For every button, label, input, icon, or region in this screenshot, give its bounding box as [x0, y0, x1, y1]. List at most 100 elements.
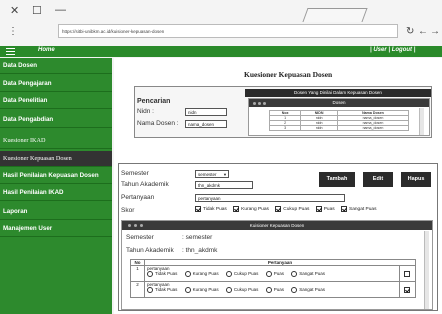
row-question: pertanyaan Tidak Puas Kurang Puas Cukup … [144, 281, 400, 298]
radio-icon[interactable] [147, 271, 153, 277]
page-title: Kuesioner Kepuasan Dosen [244, 70, 333, 79]
radio-icon[interactable] [291, 271, 298, 277]
semester-select[interactable]: semester ▼ [195, 170, 229, 178]
checkbox-checked-icon[interactable] [341, 206, 348, 212]
row-checkbox-cell [399, 265, 416, 282]
option-label: Sangat Puas [349, 207, 377, 213]
skor-options: Tidak Puas Kurang Puas Cukup Puas Puas S… [195, 206, 435, 212]
answer-option[interactable]: Tidak Puas [147, 287, 177, 293]
option-label: Puas [273, 271, 284, 277]
result-table: No Pertanyaan 1 pertanyaan Tidak Puas Ku… [130, 259, 416, 298]
result-tahun-value: : thn_akdmk [182, 247, 218, 254]
answer-option[interactable]: Sangat Puas [291, 271, 325, 277]
tahun-akademik-input[interactable]: thn_akdmk [195, 181, 253, 189]
tambah-button[interactable]: Tambah [319, 172, 355, 187]
sidebar-item-data-penelitian[interactable]: Data Penelitian [0, 93, 112, 109]
checkbox-checked-icon[interactable] [403, 286, 410, 293]
sidebar-item-manajemen-user[interactable]: Manajemen User [0, 221, 112, 237]
option-label: Puas [323, 207, 335, 213]
scrollbar[interactable] [424, 231, 429, 309]
result-window-title: Kuisioner Kepuasan Dosen [249, 223, 305, 228]
answer-options: Tidak Puas Kurang Puas Cukup Puas Puas S… [147, 287, 399, 293]
skor-option[interactable]: Sangat Puas [341, 206, 377, 213]
forward-icon[interactable]: → [430, 26, 440, 37]
app-header: Home | User | Logout | [0, 46, 442, 57]
sidebar-item-kuesioner-kepuasan[interactable]: Kuesioner Kepuasan Dosen [0, 151, 112, 167]
nama-dosen-input[interactable]: nama_dosen [185, 120, 227, 128]
sidebar-item-data-dosen[interactable]: Data Dosen [0, 58, 112, 74]
minimize-icon[interactable]: — [55, 4, 66, 16]
hamburger-icon[interactable] [6, 48, 15, 55]
result-semester-value: : semester [182, 234, 213, 241]
answer-option[interactable]: Tidak Puas [147, 271, 178, 277]
browser-window: ✕ ☐ — ⋮ https://sitbi-unibkm.ac.id/kuisi… [0, 0, 442, 314]
edit-button[interactable]: Edit [363, 172, 393, 187]
address-bar[interactable]: https://sitbi-unibkm.ac.id/kuisioner-kep… [58, 24, 398, 38]
window-dot-icon [258, 102, 261, 105]
answer-option[interactable]: Puas [265, 287, 284, 293]
checkbox-checked-icon[interactable] [275, 206, 282, 212]
radio-icon[interactable] [265, 271, 272, 277]
skor-option[interactable]: Tidak Puas [195, 206, 227, 212]
sidebar-item-data-pengajaran[interactable]: Data Pengajaran [0, 76, 112, 92]
radio-icon[interactable] [291, 287, 298, 293]
option-label: Cukup Puas [283, 207, 310, 213]
back-icon[interactable]: ← [418, 26, 428, 37]
sidebar-item-data-pengabdian[interactable]: Data Pengabdian [0, 112, 112, 128]
dosen-table: Nox NIDN Nama Dosen 1 nidn nama_dosen 2 … [268, 110, 410, 131]
sidebar-item-laporan[interactable]: Laporan [0, 204, 112, 220]
answer-option[interactable]: Kurang Puas [184, 271, 219, 277]
menu-dots-icon[interactable]: ⋮ [8, 26, 18, 37]
table-row: 1 pertanyaan Tidak Puas Kurang Puas Cuku… [130, 265, 416, 282]
table-cell: nama_dosen [336, 125, 410, 131]
checkbox-checked-icon[interactable] [233, 206, 240, 212]
form-panel: Semester semester ▼ Tahun Akademik thn_a… [118, 163, 438, 311]
checkbox-checked-icon[interactable] [315, 206, 322, 212]
browser-tab[interactable] [302, 8, 368, 22]
sidebar-item-kuesioner-ikad[interactable]: Kuesioner IKAD [0, 133, 112, 149]
result-semester-label: Semester [126, 234, 154, 241]
checkbox-icon[interactable] [403, 270, 410, 277]
nidn-label: Nidn : [137, 108, 154, 115]
semester-label: Semester [121, 170, 149, 177]
tahun-akademik-label: Tahun Akademik [121, 181, 169, 188]
refresh-icon[interactable]: ↻ [406, 26, 414, 37]
radio-icon[interactable] [225, 271, 232, 277]
option-label: Kurang Puas [241, 207, 269, 213]
search-panel: Pencarian Nidn : nidn Nama Dosen : nama_… [134, 86, 432, 138]
answer-option[interactable]: Kurang Puas [184, 287, 219, 293]
table-cell: nidn [300, 125, 338, 131]
window-dot-icon [140, 224, 143, 227]
answer-option[interactable]: Sangat Puas [291, 287, 325, 293]
checkbox-checked-icon[interactable] [195, 206, 201, 212]
table-row[interactable]: 3 nidn nama_dosen [268, 125, 410, 131]
option-label: Tidak Puas [155, 271, 178, 277]
close-icon[interactable]: ✕ [10, 4, 19, 17]
sidebar-item-hasil-kepuasan[interactable]: Hasil Penilaian Kepuasan Dosen [0, 168, 112, 184]
sidebar-item-hasil-ikad[interactable]: Hasil Penilaian IKAD [0, 185, 112, 201]
radio-icon[interactable] [225, 287, 232, 293]
scrollbar[interactable] [419, 108, 424, 135]
radio-icon[interactable] [184, 271, 191, 277]
answer-option[interactable]: Cukup Puas [225, 271, 258, 277]
user-logout-links[interactable]: | User | Logout | [370, 47, 415, 53]
radio-icon[interactable] [265, 287, 272, 293]
answer-option[interactable]: Puas [265, 271, 284, 277]
table-row: 2 pertanyaan Tidak Puas Kurang Puas Cuku… [130, 281, 416, 298]
option-label: Kurang Puas [192, 287, 219, 293]
dosen-dinilai-header: Dosen Yang Dinilai Dalam Kepuasan Dosen [245, 89, 431, 97]
radio-icon[interactable] [184, 287, 191, 293]
skor-option[interactable]: Kurang Puas [233, 206, 269, 213]
home-link[interactable]: Home [38, 47, 55, 53]
dosen-window-titlebar: Dosen [249, 99, 429, 107]
radio-icon[interactable] [147, 287, 153, 293]
hapus-button[interactable]: Hapus [401, 172, 431, 187]
result-window-titlebar: Kuisioner Kepuasan Dosen [122, 221, 432, 230]
row-number: 1 [130, 265, 145, 282]
skor-option[interactable]: Puas [315, 206, 335, 213]
nidn-input[interactable]: nidn [185, 108, 227, 116]
pertanyaan-input[interactable]: pertanyaan [195, 194, 345, 202]
skor-option[interactable]: Cukup Puas [275, 206, 310, 213]
maximize-icon[interactable]: ☐ [32, 4, 42, 17]
answer-option[interactable]: Cukup Puas [225, 287, 258, 293]
